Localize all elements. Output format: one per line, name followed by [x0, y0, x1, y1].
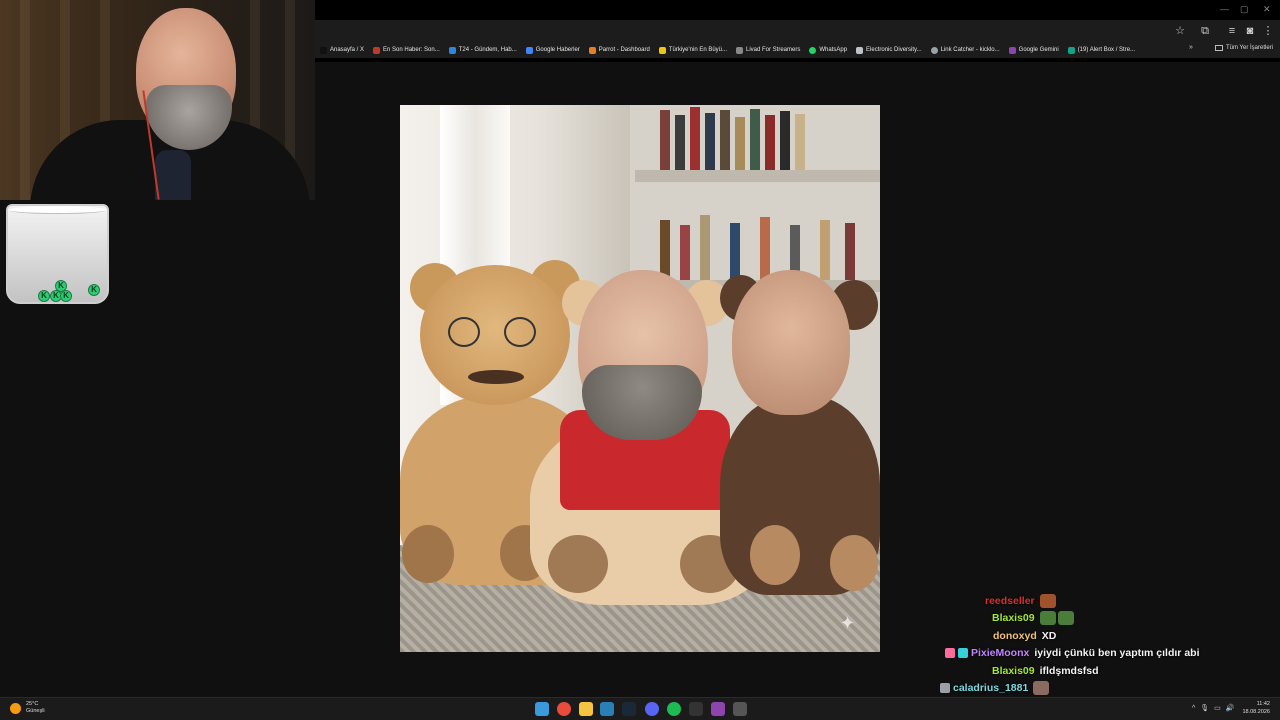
bookmark-item[interactable]: Livad For Streamers — [736, 46, 800, 54]
desktop: K K K K K — ▢ ✕ ☆ ⧉ ≡ ◙ ⋮ Anasayfa / X E… — [0, 0, 1280, 720]
kick-icon[interactable] — [711, 702, 725, 716]
chat-username[interactable]: Blaxis09 — [992, 665, 1035, 677]
chat-username[interactable]: donoxyd — [993, 630, 1037, 642]
tab-search-icon[interactable]: ≡ — [1225, 24, 1239, 38]
chat-message: Blaxis09 — [992, 610, 1076, 627]
chat-emote-icon — [1057, 611, 1074, 625]
favicon-icon — [320, 46, 327, 54]
bookmark-item[interactable]: Link Catcher - kicklo... — [930, 46, 1000, 54]
clock-date: 18.08.2026 — [1242, 709, 1270, 715]
favicon-icon — [448, 46, 456, 54]
more-bookmarks-chevron-icon[interactable]: » — [1189, 44, 1193, 51]
discord-icon[interactable] — [645, 702, 659, 716]
chat-message: PixieMoonx iyiydi çünkü ben yaptım çıldır… — [945, 645, 1199, 662]
sun-icon — [10, 702, 21, 714]
chat-username[interactable]: PixieMoonx — [971, 647, 1029, 659]
chat-message: caladrius_1881 — [940, 680, 1051, 697]
chat-message-text: iyiydi çünkü ben yaptım çıldır abi — [1034, 647, 1200, 659]
weather-widget[interactable]: 25°C Güneşli — [10, 701, 45, 715]
epic-games-icon[interactable] — [689, 702, 703, 716]
favicon-icon — [373, 46, 381, 54]
chat-username[interactable]: caladrius_1881 — [953, 682, 1028, 694]
chat-message: reedseller — [985, 592, 1058, 609]
chat-emote-icon — [1039, 611, 1056, 625]
taskbar: 25°C Güneşli ^ 🎙 ▭ 🔊 11:42 18.08.2026 — [0, 697, 1280, 720]
all-bookmarks-label: Tüm Yer İşaretleri — [1226, 45, 1274, 51]
system-tray: ^ 🎙 ▭ 🔊 11:42 18.08.2026 — [1187, 700, 1270, 716]
favicon-icon — [588, 46, 596, 54]
weather-description: Güneşli — [26, 708, 45, 714]
folder-icon — [1215, 45, 1223, 51]
chat-badge-icon — [940, 683, 950, 693]
weather-temperature: 25°C — [26, 701, 39, 707]
maximize-button[interactable]: ▢ — [1240, 4, 1249, 15]
clock[interactable]: 11:42 18.08.2026 — [1242, 700, 1270, 716]
title-bar: — ▢ ✕ — [315, 0, 1280, 20]
extensions-icon[interactable]: ⧉ — [1198, 24, 1212, 38]
favicon-icon — [1008, 46, 1016, 54]
chat-emote-icon — [1039, 593, 1056, 608]
bookmark-item[interactable]: T24 - Gündem, Hab... — [448, 46, 517, 54]
browser-window: — ▢ ✕ ☆ ⧉ ≡ ◙ ⋮ Anasayfa / X En Son Habe… — [315, 0, 1280, 62]
menu-icon[interactable]: ⋮ — [1261, 24, 1275, 38]
edge-icon[interactable] — [600, 702, 614, 716]
chat-username[interactable]: Blaxis09 — [992, 612, 1035, 624]
favicon-icon — [658, 46, 666, 54]
gem-icon: K — [88, 284, 100, 296]
bookmarks-bar: Anasayfa / X En Son Haber: Son... T24 - … — [315, 42, 1280, 58]
bookmark-item[interactable]: Anasayfa / X — [320, 46, 364, 54]
profile-icon[interactable]: ◙ — [1243, 24, 1257, 38]
chat-emote-icon — [1033, 681, 1050, 695]
bookmark-star-icon[interactable]: ☆ — [1173, 24, 1187, 38]
gem-icon: K — [38, 290, 50, 302]
tray-overflow-icon[interactable]: ^ — [1192, 705, 1195, 712]
favicon-icon — [736, 46, 743, 54]
all-bookmarks-button[interactable]: Tüm Yer İşaretleri — [1215, 45, 1273, 51]
bookmark-item[interactable]: Google Haberler — [525, 46, 580, 54]
chat-message: Blaxis09 ifldşmdsfsd — [992, 662, 1099, 679]
bookmark-item[interactable]: Google Gemini — [1008, 46, 1059, 54]
bookmark-item[interactable]: Parrot - Dashboard — [588, 46, 650, 54]
bookmark-item[interactable]: Electronic Diversity... — [856, 46, 922, 54]
steam-icon[interactable] — [622, 702, 636, 716]
chat-username[interactable]: reedseller — [985, 595, 1035, 607]
chrome-icon[interactable] — [557, 702, 571, 716]
network-icon[interactable]: ▭ — [1214, 704, 1221, 712]
bookmark-item[interactable]: WhatsApp — [809, 46, 847, 54]
bookmark-item[interactable]: (19) Alert Box / Stre... — [1067, 46, 1135, 54]
bookmark-item[interactable]: Türkiye'nin En Büyü... — [658, 46, 727, 54]
clock-time: 11:42 — [1256, 701, 1270, 707]
kick-gem-glass-widget: K K K K K — [6, 204, 109, 304]
chat-message-text: XD — [1041, 629, 1057, 642]
start-icon[interactable] — [535, 702, 549, 716]
chat-badge-icon — [958, 648, 968, 658]
close-button[interactable]: ✕ — [1263, 4, 1271, 15]
sparkle-watermark-icon: ✦ — [840, 613, 856, 633]
webcam-feed — [0, 0, 315, 200]
chat-message-text: ifldşmdsfsd — [1039, 664, 1099, 677]
chat-message: donoxyd XD — [993, 627, 1056, 644]
gem-icon: K — [55, 280, 67, 292]
file-explorer-icon[interactable] — [579, 702, 593, 716]
spotify-icon[interactable] — [667, 702, 681, 716]
microphone — [155, 150, 191, 200]
microphone-icon[interactable]: 🎙 — [1200, 704, 1209, 712]
favicon-icon — [1067, 46, 1075, 54]
minimize-button[interactable]: — — [1220, 4, 1229, 14]
chat-badge-icon — [945, 648, 955, 658]
favicon-icon — [809, 46, 817, 54]
bookmark-item[interactable]: En Son Haber: Son... — [373, 46, 440, 54]
favicon-icon — [856, 46, 864, 54]
browser-toolbar: ☆ ⧉ ≡ ◙ ⋮ — [315, 20, 1280, 42]
favicon-icon — [930, 46, 938, 54]
volume-icon[interactable]: 🔊 — [1226, 704, 1235, 712]
favicon-icon — [525, 46, 533, 54]
obs-icon[interactable] — [733, 702, 747, 716]
teddy-bears-image: ✦ — [400, 105, 880, 652]
